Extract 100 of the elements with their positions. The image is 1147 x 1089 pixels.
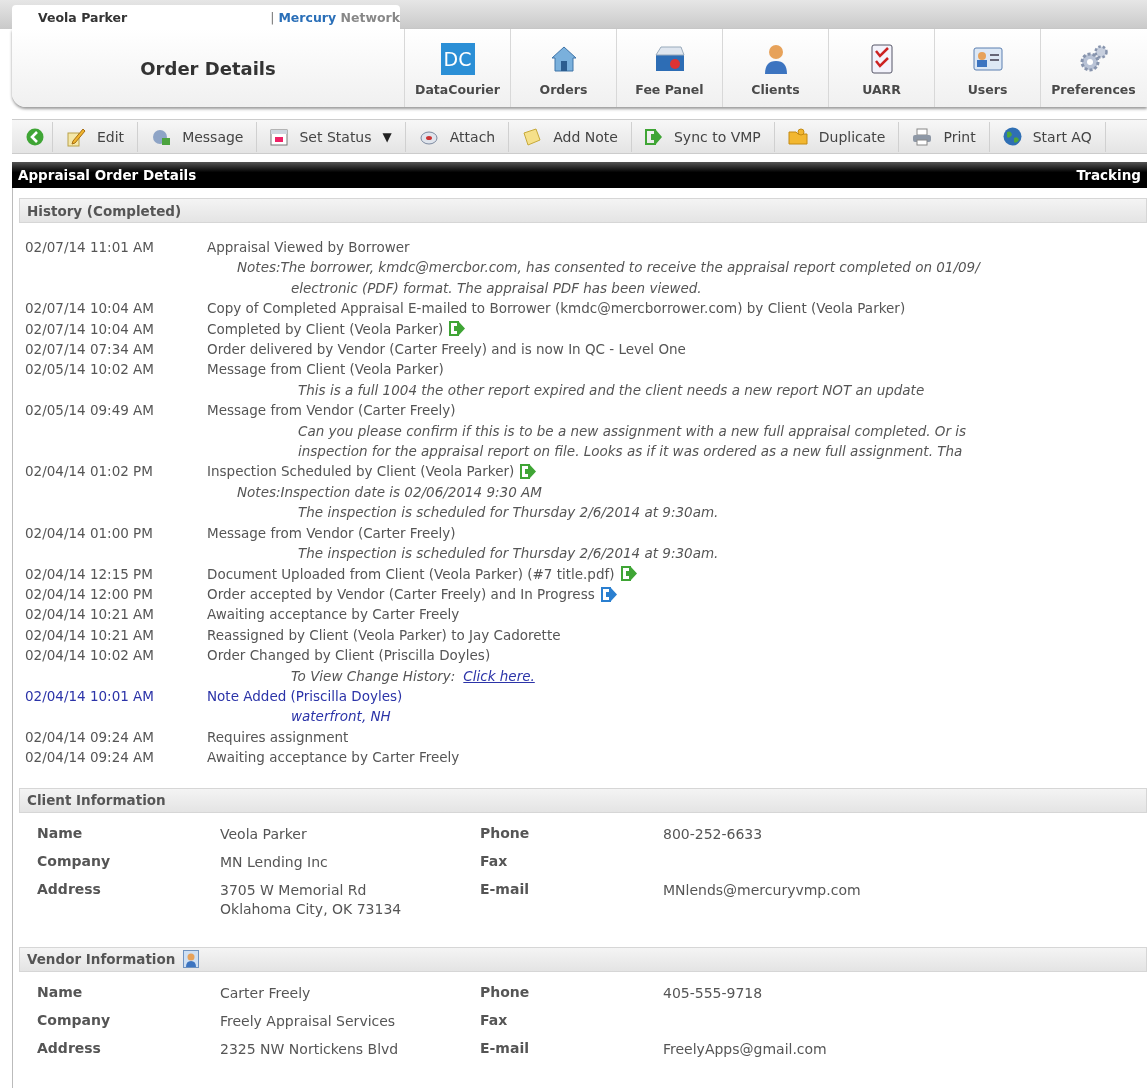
logo-icon: DC <box>440 43 475 75</box>
history-text: Reassigned by Client (Veola Parker) to Jay Cadorette <box>207 625 561 645</box>
history-time: 02/04/14 09:24 AM <box>25 727 155 747</box>
field-value: 405-555-9718 <box>663 983 764 1003</box>
history-note: The inspection is scheduled for Thursday 2/6/2014 at 9:30am. <box>298 504 719 521</box>
field-label: Phone <box>480 824 531 843</box>
calendar-icon <box>270 127 289 146</box>
history-note: waterfront, NH <box>291 708 391 725</box>
toolbar-button[interactable]: Add Note <box>509 121 632 152</box>
nav-tile[interactable]: Fee Panel <box>616 29 722 107</box>
field-label: Company <box>37 852 112 871</box>
back-icon <box>26 127 44 146</box>
field-label: Name <box>37 824 84 843</box>
field-label: Fax <box>480 1011 509 1030</box>
field-value: 800-252-6633 <box>663 824 764 844</box>
history-note: Notes:The borrower, kmdc@mercbor.com, has consented to receive the appraisal report completed on 01/09/ <box>237 259 980 276</box>
history-time: 02/04/14 09:24 AM <box>25 748 155 768</box>
history-text: Requires assignment <box>207 727 349 747</box>
history-time: 02/04/14 10:21 AM <box>25 625 155 645</box>
arrow-icon[interactable] <box>520 464 538 480</box>
folder-icon <box>787 127 808 146</box>
field-value: Carter Freely <box>220 983 312 1003</box>
history-time: 02/05/14 09:49 AM <box>25 401 155 421</box>
nav-tile[interactable]: Users <box>934 29 1040 107</box>
toolbar-button[interactable]: Set Status ▼ <box>257 121 406 152</box>
history-time: 02/07/14 11:01 AM <box>25 238 155 257</box>
printer-icon <box>912 127 933 146</box>
toolbar-button[interactable]: Start AQ <box>989 121 1106 152</box>
history-time: 02/04/14 01:00 PM <box>25 523 154 543</box>
field-value: 2325 NW Nortickens Blvd <box>220 1039 400 1059</box>
field-label: E-mail <box>480 880 530 899</box>
history-text: Appraisal Viewed by Borrower <box>207 238 410 257</box>
nav-tile[interactable]: DC DataCourier <box>404 29 510 107</box>
field-label: E-mail <box>480 1039 530 1058</box>
history-note: Can you please confirm if this is to be a new assignment with a new full appraisal completed. Or is <box>298 422 967 439</box>
nav-tile[interactable]: Clients <box>722 29 828 107</box>
history-text: Message from Client (Veola Parker) <box>207 360 444 380</box>
disk-icon <box>418 128 439 145</box>
history-note: To View Change History: <box>291 667 456 684</box>
toolbar-button[interactable]: Print <box>899 121 990 152</box>
field-value: FreelyApps@gmail.com <box>663 1039 828 1059</box>
id-card-icon <box>971 45 1004 73</box>
history-text: Note Added (Priscilla Doyles) <box>207 686 403 706</box>
field-label: Address <box>37 880 102 899</box>
arrow-icon <box>644 128 663 145</box>
history-time: 02/04/14 10:02 AM <box>25 646 155 666</box>
history-note: electronic (PDF) format. The appraisal PDF has been viewed. <box>291 279 702 296</box>
field-value: MN Lending Inc <box>220 852 329 872</box>
arrow-icon[interactable] <box>600 586 618 602</box>
history-time: 02/04/14 10:21 AM <box>25 605 155 625</box>
history-time: 02/07/14 07:34 AM <box>25 340 155 360</box>
nav-tile[interactable]: Orders <box>510 29 616 107</box>
brand-name: | Mercury Network <box>270 9 400 25</box>
history-time: 02/07/14 10:04 AM <box>25 319 155 339</box>
field-label: Name <box>37 983 84 1002</box>
field-label: Phone <box>480 983 531 1002</box>
field-value: MNlends@mercuryvmp.com <box>663 880 862 900</box>
section-title: Client Information <box>27 792 166 809</box>
nav-tile[interactable]: UARR <box>828 29 934 107</box>
history-text: Message from Vendor (Carter Freely) <box>207 401 456 421</box>
history-time: 02/05/14 10:02 AM <box>25 360 155 380</box>
tracking-label: Tracking <box>1076 167 1141 183</box>
note-icon <box>522 127 543 146</box>
history-time: 02/04/14 12:00 PM <box>25 584 154 604</box>
toolbar-button[interactable]: Attach <box>405 121 510 152</box>
person-icon <box>183 950 200 969</box>
history-time: 02/04/14 01:02 PM <box>25 462 154 482</box>
history-text: Order accepted by Vendor (Carter Freely) and In Progress <box>207 584 595 604</box>
user-name: Veola Parker <box>38 9 129 25</box>
history-note: The inspection is scheduled for Thursday 2/6/2014 at 9:30am. <box>298 545 719 562</box>
field-label: Company <box>37 1011 112 1030</box>
toolbar-button[interactable]: Duplicate <box>774 121 900 152</box>
history-text: Inspection Scheduled by Client (Veola Parker) <box>207 462 515 482</box>
history-time: 02/04/14 12:15 PM <box>25 564 154 584</box>
history-text: Order delivered by Vendor (Carter Freely) and is now In QC - Level One <box>207 340 686 360</box>
click-here-link[interactable]: Click here. <box>463 667 535 684</box>
field-value: Veola Parker <box>220 824 308 844</box>
history-text: Copy of Completed Appraisal E-mailed to Borrower (kmdc@mercborrower.com) by Client (Veola Parker) <box>207 299 906 319</box>
toolbar-button[interactable]: Sync to VMP <box>631 121 775 152</box>
history-text: Message from Vendor (Carter Freely) <box>207 523 456 543</box>
pencil-icon <box>66 126 86 147</box>
toolbar-button[interactable]: Edit <box>53 121 139 152</box>
field-value: Oklahoma City, OK 73134 <box>220 899 403 919</box>
toolbar-button[interactable]: Message <box>138 121 258 152</box>
history-time: 02/04/14 10:01 AM <box>25 686 155 706</box>
history-note: This is a full 1004 the other report expired and the client needs a new report NOT an update <box>298 381 925 398</box>
page-title: Order Details <box>139 56 277 81</box>
section-title: Appraisal Order Details <box>18 167 197 183</box>
history-text: Document Uploaded from Client (Veola Parker) (#7 title.pdf) <box>207 564 615 584</box>
arrow-icon[interactable] <box>449 321 467 337</box>
field-label: Address <box>37 1039 102 1058</box>
field-value: Freely Appraisal Services <box>220 1011 397 1031</box>
history-time: 02/07/14 10:04 AM <box>25 299 155 319</box>
history-text: Awaiting acceptance by Carter Freely <box>207 748 460 768</box>
history-note: Notes:Inspection date is 02/06/2014 9:30 AM <box>237 483 542 500</box>
history-text: Awaiting acceptance by Carter Freely <box>207 605 460 625</box>
arrow-icon[interactable] <box>620 566 638 582</box>
nav-tile[interactable]: Preferences <box>1040 29 1146 107</box>
section-title: Vendor Information <box>27 951 176 968</box>
field-label: Fax <box>480 852 509 871</box>
